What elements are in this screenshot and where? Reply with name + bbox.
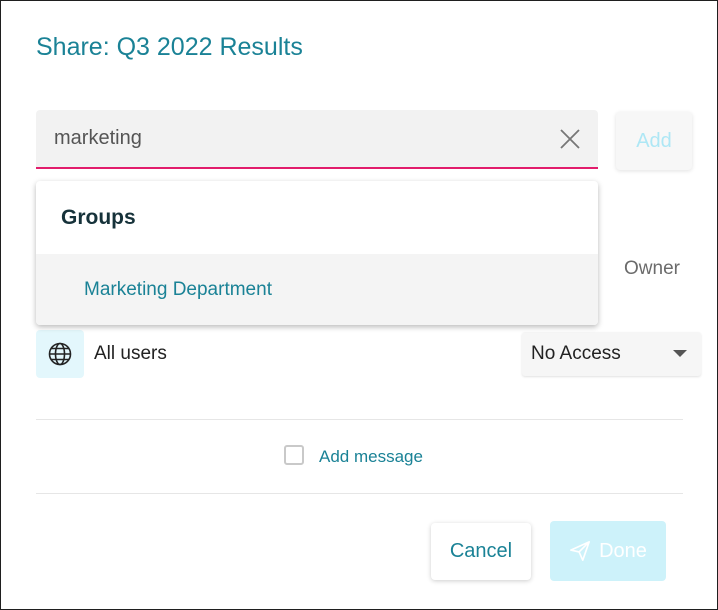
access-level-value[interactable]: No Access — [531, 343, 621, 365]
divider — [36, 493, 683, 494]
dropdown-option-marketing-department[interactable]: Marketing Department — [36, 254, 598, 325]
add-message-checkbox[interactable] — [284, 445, 304, 465]
search-input[interactable]: marketing — [36, 110, 598, 169]
close-icon[interactable] — [558, 127, 582, 151]
send-icon — [570, 541, 591, 561]
cancel-button[interactable]: Cancel — [431, 523, 531, 580]
add-message-label[interactable]: Add message — [319, 447, 423, 467]
dropdown-group-header: Groups — [61, 206, 136, 229]
add-button[interactable]: Add — [616, 112, 692, 170]
dropdown-option-label[interactable]: Marketing Department — [84, 279, 272, 301]
share-dialog: Share: Q3 2022 Results marketing Add Own… — [0, 0, 718, 610]
access-level-select[interactable]: No Access — [522, 332, 701, 376]
done-button[interactable]: Done — [550, 521, 666, 581]
done-button-label[interactable]: Done — [599, 540, 647, 563]
owner-label: Owner — [624, 258, 680, 279]
all-users-avatar — [36, 330, 84, 378]
search-results-dropdown: Groups Marketing Department — [36, 181, 598, 325]
divider — [36, 419, 683, 420]
globe-icon — [48, 342, 72, 366]
caret-down-icon[interactable] — [673, 350, 687, 357]
search-input-value[interactable]: marketing — [54, 127, 142, 150]
dialog-title: Share: Q3 2022 Results — [36, 33, 303, 61]
all-users-label: All users — [94, 343, 167, 364]
